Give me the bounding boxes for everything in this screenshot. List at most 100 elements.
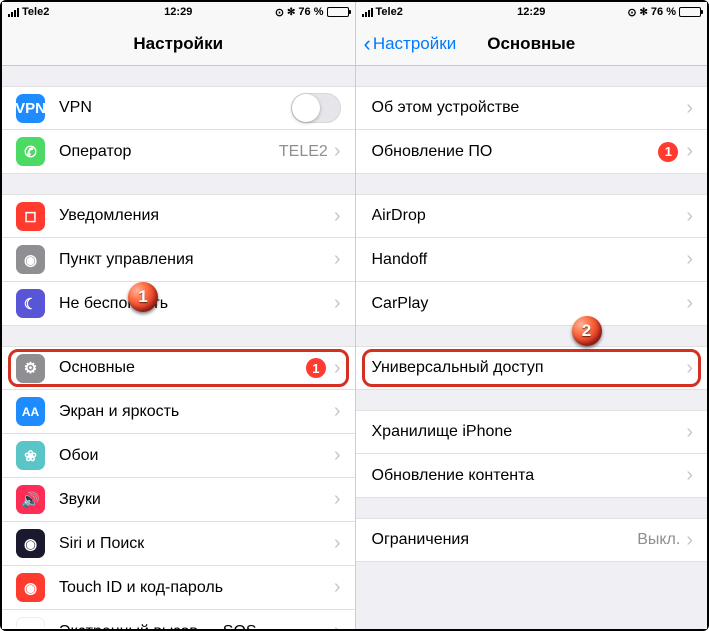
- chevron-right-icon: ›: [686, 421, 693, 444]
- row-control-center[interactable]: ◉ Пункт управления ›: [2, 238, 355, 282]
- wallpaper-icon: ❀: [16, 441, 45, 470]
- row-restrictions[interactable]: Ограничения Выкл. ›: [356, 518, 708, 562]
- row-siri[interactable]: ◉ Siri и Поиск ›: [2, 522, 355, 566]
- row-notifications[interactable]: ◻ Уведомления ›: [2, 194, 355, 238]
- row-display[interactable]: AA Экран и яркость ›: [2, 390, 355, 434]
- carrier-label: Tele2: [22, 6, 49, 18]
- chevron-right-icon: ›: [334, 576, 341, 599]
- page-title: Настройки: [133, 34, 223, 54]
- row-value: TELE2: [279, 143, 328, 161]
- dual-screenshot-frame: Tele2 12:29 ⊙ ✻ 76 % Настройки VPN VPN ✆…: [0, 0, 709, 631]
- notification-badge: 1: [306, 358, 326, 378]
- signal-icon: [362, 8, 373, 17]
- row-background-refresh[interactable]: Обновление контента ›: [356, 454, 708, 498]
- chevron-right-icon: ›: [686, 357, 693, 380]
- settings-list[interactable]: VPN VPN ✆ Оператор TELE2 › ◻ Уведомления…: [2, 66, 355, 629]
- chevron-right-icon: ›: [334, 292, 341, 315]
- screen-settings: Tele2 12:29 ⊙ ✻ 76 % Настройки VPN VPN ✆…: [2, 2, 355, 629]
- row-airdrop[interactable]: AirDrop ›: [356, 194, 708, 238]
- orientation-lock-icon: ⊙: [275, 6, 284, 19]
- chevron-right-icon: ›: [686, 529, 693, 552]
- row-accessibility[interactable]: Универсальный доступ ›: [356, 346, 708, 390]
- chevron-right-icon: ›: [686, 248, 693, 271]
- row-label: Siri и Поиск: [59, 535, 334, 553]
- row-value: Выкл.: [637, 531, 680, 549]
- row-label: Звуки: [59, 491, 334, 509]
- chevron-right-icon: ›: [334, 400, 341, 423]
- row-handoff[interactable]: Handoff ›: [356, 238, 708, 282]
- orientation-lock-icon: ⊙: [627, 6, 636, 19]
- chevron-right-icon: ›: [334, 444, 341, 467]
- chevron-right-icon: ›: [686, 292, 693, 315]
- status-bar: Tele2 12:29 ⊙ ✻ 76 %: [2, 2, 355, 22]
- row-storage[interactable]: Хранилище iPhone ›: [356, 410, 708, 454]
- row-label: VPN: [59, 99, 291, 117]
- row-label: Оператор: [59, 143, 279, 161]
- screen-general: Tele2 12:29 ⊙ ✻ 76 % ‹ Настройки Основны…: [355, 2, 708, 629]
- row-label: Обновление контента: [372, 467, 687, 485]
- phone-icon: ✆: [16, 137, 45, 166]
- moon-icon: ☾: [16, 289, 45, 318]
- row-sos[interactable]: SOS Экстренный вызов — SOS ›: [2, 610, 355, 629]
- row-vpn[interactable]: VPN VPN: [2, 86, 355, 130]
- fingerprint-icon: ◉: [16, 573, 45, 602]
- gear-icon: ⚙: [16, 354, 45, 383]
- chevron-right-icon: ›: [334, 140, 341, 163]
- chevron-right-icon: ›: [686, 97, 693, 120]
- chevron-right-icon: ›: [334, 248, 341, 271]
- notifications-icon: ◻: [16, 202, 45, 231]
- nav-bar: Настройки: [2, 22, 355, 66]
- row-label: Обновление ПО: [372, 143, 659, 161]
- chevron-right-icon: ›: [334, 532, 341, 555]
- row-label: Универсальный доступ: [372, 359, 687, 377]
- vpn-icon: VPN: [16, 94, 45, 123]
- row-general[interactable]: ⚙ Основные 1 ›: [2, 346, 355, 390]
- row-label: Не беспокоить: [59, 295, 334, 313]
- chevron-right-icon: ›: [686, 464, 693, 487]
- row-label: CarPlay: [372, 295, 687, 313]
- row-wallpaper[interactable]: ❀ Обои ›: [2, 434, 355, 478]
- bluetooth-icon: ✻: [640, 7, 648, 18]
- status-bar: Tele2 12:29 ⊙ ✻ 76 %: [356, 2, 708, 22]
- bluetooth-icon: ✻: [287, 7, 295, 18]
- chevron-right-icon: ›: [686, 140, 693, 163]
- chevron-right-icon: ›: [334, 620, 341, 629]
- row-software-update[interactable]: Обновление ПО 1 ›: [356, 130, 708, 174]
- general-list[interactable]: Об этом устройстве › Обновление ПО 1 › A…: [356, 66, 708, 629]
- row-label: Touch ID и код-пароль: [59, 579, 334, 597]
- row-label: Уведомления: [59, 207, 334, 225]
- row-label: Основные: [59, 359, 306, 377]
- page-title: Основные: [487, 34, 575, 54]
- row-label: Обои: [59, 447, 334, 465]
- siri-icon: ◉: [16, 529, 45, 558]
- chevron-right-icon: ›: [334, 488, 341, 511]
- row-label: Ограничения: [372, 531, 638, 549]
- row-about[interactable]: Об этом устройстве ›: [356, 86, 708, 130]
- carrier-label: Tele2: [376, 6, 403, 18]
- notification-badge: 1: [658, 142, 678, 162]
- chevron-right-icon: ›: [334, 357, 341, 380]
- battery-icon: [679, 7, 701, 17]
- battery-percent: 76 %: [298, 6, 323, 18]
- row-carplay[interactable]: CarPlay ›: [356, 282, 708, 326]
- chevron-right-icon: ›: [334, 205, 341, 228]
- row-label: Экстренный вызов — SOS: [59, 623, 334, 630]
- row-label: Экран и яркость: [59, 403, 334, 421]
- row-label: Handoff: [372, 251, 687, 269]
- row-sounds[interactable]: 🔊 Звуки ›: [2, 478, 355, 522]
- back-button[interactable]: ‹ Настройки: [364, 33, 457, 55]
- battery-icon: [327, 7, 349, 17]
- control-center-icon: ◉: [16, 245, 45, 274]
- row-dnd[interactable]: ☾ Не беспокоить ›: [2, 282, 355, 326]
- row-label: Об этом устройстве: [372, 99, 687, 117]
- row-label: Хранилище iPhone: [372, 423, 687, 441]
- back-label: Настройки: [373, 34, 456, 54]
- row-label: Пункт управления: [59, 251, 334, 269]
- row-touchid[interactable]: ◉ Touch ID и код-пароль ›: [2, 566, 355, 610]
- nav-bar: ‹ Настройки Основные: [356, 22, 708, 66]
- row-operator[interactable]: ✆ Оператор TELE2 ›: [2, 130, 355, 174]
- battery-percent: 76 %: [651, 6, 676, 18]
- vpn-toggle[interactable]: [291, 93, 341, 123]
- chevron-right-icon: ›: [686, 205, 693, 228]
- display-icon: AA: [16, 397, 45, 426]
